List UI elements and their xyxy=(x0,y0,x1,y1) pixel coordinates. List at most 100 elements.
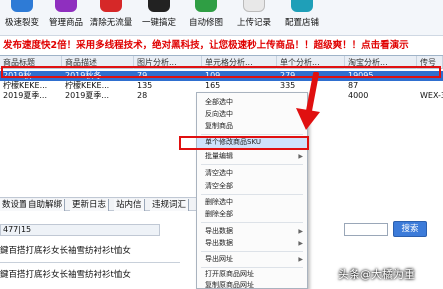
toolbar-button-manage-products[interactable]: 管理商品 xyxy=(46,0,86,36)
menu-item-export-urls[interactable]: 导出网址 ▶ xyxy=(197,254,307,265)
upload-icon xyxy=(243,0,265,12)
menu-item-label: 删除选中 xyxy=(205,198,233,206)
menu-item-export-data-2[interactable]: 导出数据 ▶ xyxy=(197,238,307,249)
search-input[interactable] xyxy=(344,223,388,236)
toolbar-button-label: 管理商品 xyxy=(48,18,83,28)
toolbar-button-fast-split[interactable]: 极速裂变 xyxy=(2,0,42,36)
table-cell: 2019夏季... xyxy=(3,91,47,100)
menu-item-edit-sku[interactable]: 单个修改商品SKU xyxy=(197,137,307,148)
panel-field: 477|15 xyxy=(0,224,160,236)
rocket-icon xyxy=(11,0,33,12)
menu-separator xyxy=(201,251,303,252)
menu-item-label: 单个修改商品SKU xyxy=(205,138,261,146)
menu-item-invert-selection[interactable]: 反向选中 xyxy=(197,109,307,120)
tab-inbox[interactable]: 站内信 xyxy=(114,199,145,211)
tab-self-unbind[interactable]: 自助解绑 xyxy=(26,199,66,211)
column-header[interactable]: 商品标题 xyxy=(0,56,62,69)
menu-item-label: 反向选中 xyxy=(205,110,233,118)
chevron-right-icon: ▶ xyxy=(298,228,303,235)
table-cell: 柠檬KEKE... xyxy=(3,81,48,90)
menu-item-label: 复制原商品网址 xyxy=(205,281,254,289)
menu-item-copy-original-url[interactable]: 复制原商品网址 xyxy=(197,280,307,289)
menu-item-label: 导出数据 xyxy=(205,239,233,247)
toolbar-button-clear-no-traffic[interactable]: 清除无流量 xyxy=(90,0,132,36)
search-button[interactable]: 搜索 xyxy=(393,221,427,237)
column-header[interactable]: 图片分析... xyxy=(134,56,202,69)
column-header[interactable]: 商品描述 xyxy=(62,56,134,69)
table-cell: 279 xyxy=(280,71,296,80)
chevron-right-icon: ▶ xyxy=(298,256,303,263)
table-cell: 135 xyxy=(137,81,153,90)
store-icon xyxy=(291,0,313,12)
table-cell: WEX-3 xyxy=(420,91,443,100)
menu-item-copy-product[interactable]: 复制商品 xyxy=(197,121,307,132)
table-cell: 109 xyxy=(205,71,221,80)
promo-banner[interactable]: 发布速度快2倍！采用多线程技术，绝对黑科技，让您极速秒上传商品！！超级爽！！点击… xyxy=(0,37,443,54)
menu-item-label: 导出数据 xyxy=(205,227,233,235)
table-row[interactable]: 柠檬KEKE... 柠檬KEKE... 135 165 335 87 xyxy=(0,81,443,91)
toolbar-button-label: 清除无流量 xyxy=(89,18,133,28)
table-cell xyxy=(417,81,443,91)
menu-item-batch-edit[interactable]: 批量编辑 ▶ xyxy=(197,151,307,162)
toolbar-button-label: 上传记录 xyxy=(236,18,271,28)
menu-item-label: 导出网址 xyxy=(205,255,233,263)
menu-item-label: 批量编辑 xyxy=(205,152,233,160)
menu-item-label: 清空选中 xyxy=(205,169,233,177)
menu-separator xyxy=(201,134,303,135)
menu-item-label: 全部选中 xyxy=(205,98,233,106)
column-header[interactable]: 单元格分析... xyxy=(202,56,277,69)
toolbar-button-configure-store[interactable]: 配置店铺 xyxy=(282,0,322,36)
description-text: 鍵百搭打底衫女长袖雪纺衬衫t恤女 xyxy=(0,270,131,280)
table-cell: 19095 xyxy=(348,71,374,80)
table-cell: 87 xyxy=(348,81,359,90)
tab-changelog[interactable]: 更新日志 xyxy=(70,199,110,211)
column-header[interactable]: 单个分析... xyxy=(277,56,345,69)
menu-item-delete-selected[interactable]: 删除选中 xyxy=(197,197,307,208)
chevron-right-icon: ▶ xyxy=(298,153,303,160)
toolbar: 极速裂变 管理商品 清除无流量 一键搞定 自动修图 上传记录 配置店铺 xyxy=(0,0,443,36)
context-menu: 全部选中 反向选中 复制商品 单个修改商品SKU 批量编辑 ▶ 清空选中 清空全部… xyxy=(196,92,308,289)
column-header[interactable]: 淘宝分析... xyxy=(345,56,417,69)
menu-separator xyxy=(201,164,303,165)
chevron-right-icon: ▶ xyxy=(298,240,303,247)
toolbar-button-one-click[interactable]: 一键搞定 xyxy=(139,0,179,36)
table-cell: 2019夏季... xyxy=(65,91,109,100)
trash-icon xyxy=(100,0,122,12)
toolbar-button-upload-records[interactable]: 上传记录 xyxy=(234,0,274,36)
menu-item-clear-selected[interactable]: 清空选中 xyxy=(197,168,307,179)
table-cell: 165 xyxy=(205,81,221,90)
shopping-bag-icon xyxy=(55,0,77,12)
toolbar-button-auto-image-edit[interactable]: 自动修图 xyxy=(186,0,226,36)
menu-item-clear-all[interactable]: 清空全部 xyxy=(197,181,307,192)
table-cell: 2019秋冬... xyxy=(65,71,109,80)
divider xyxy=(0,262,180,263)
menu-separator xyxy=(201,267,303,268)
image-edit-icon xyxy=(195,0,217,12)
table-header: 商品标题 商品描述 图片分析... 单元格分析... 单个分析... 淘宝分析.… xyxy=(0,56,443,69)
tab-banned-words[interactable]: 违规词汇 xyxy=(150,199,190,211)
table-cell: 28 xyxy=(137,91,148,100)
description-text: 鍵百搭打底衫女长袖雪纺衬衫t恤女 xyxy=(0,246,131,256)
menu-item-open-original-url[interactable]: 打开原商品网址 xyxy=(197,269,307,280)
toolbar-button-label: 一键搞定 xyxy=(141,18,176,28)
menu-separator xyxy=(201,194,303,195)
lightning-icon xyxy=(148,0,170,12)
table-cell xyxy=(417,71,443,81)
menu-item-label: 删除全部 xyxy=(205,210,233,218)
toolbar-button-label: 配置店铺 xyxy=(284,18,319,28)
toolbar-button-label: 自动修图 xyxy=(188,18,223,28)
toolbar-button-label: 极速裂变 xyxy=(4,18,39,28)
table-cell: 335 xyxy=(280,81,296,90)
table-row[interactable]: 2019秋... 2019秋冬... 79 109 279 19095 xyxy=(0,71,443,81)
table-cell: 79 xyxy=(137,71,148,80)
menu-item-label: 清空全部 xyxy=(205,182,233,190)
menu-item-label: 打开原商品网址 xyxy=(205,270,254,278)
menu-item-export-data[interactable]: 导出数据 ▶ xyxy=(197,226,307,237)
bottom-tab-bar: 数设置 自助解绑 更新日志 站内信 违规词汇 xyxy=(0,197,200,211)
menu-separator xyxy=(201,222,303,223)
menu-item-select-all[interactable]: 全部选中 xyxy=(197,97,307,108)
table-cell: 柠檬KEKE... xyxy=(65,81,110,90)
table-cell: 2019秋... xyxy=(3,71,39,80)
column-header[interactable]: 传号 xyxy=(417,56,443,69)
menu-item-delete-all[interactable]: 删除全部 xyxy=(197,209,307,220)
